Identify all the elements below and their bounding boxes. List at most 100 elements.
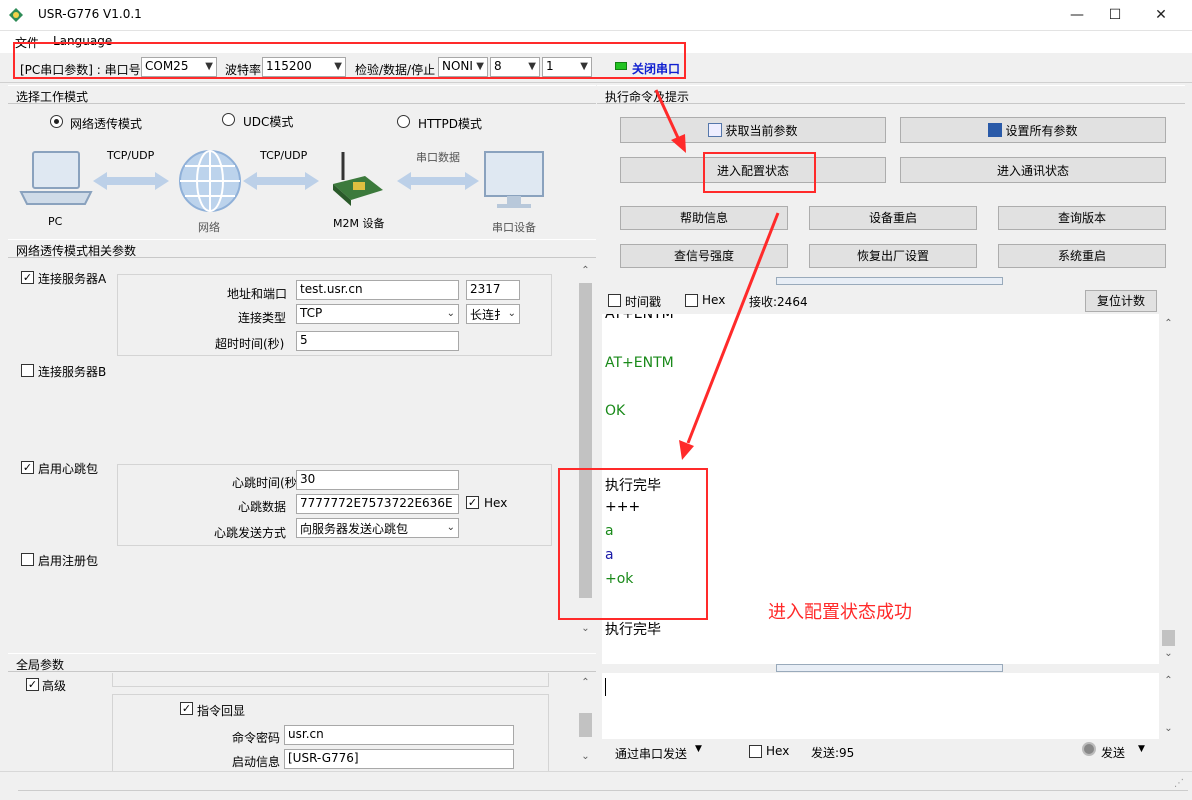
globe-icon: [179, 150, 241, 212]
register-checkbox[interactable]: [21, 553, 34, 566]
timeout-input[interactable]: 5: [296, 331, 459, 351]
advanced-checkbox[interactable]: ✓: [26, 678, 39, 691]
chevron-down-icon: ⌄: [507, 308, 516, 319]
device-reboot-button[interactable]: 设备重启: [809, 206, 977, 230]
hb-hex-label: Hex: [484, 496, 508, 510]
echo-label: 指令回显: [197, 704, 246, 718]
diagram-serial-label: 串口设备: [492, 221, 536, 234]
cmd-password-input[interactable]: usr.cn: [284, 725, 514, 745]
log-line: 执行完毕: [605, 622, 661, 638]
hb-data-label: 心跳数据: [238, 500, 287, 514]
annotation-success: 进入配置状态成功: [768, 602, 912, 623]
send-via-dropdown[interactable]: 通过串口发送: [615, 745, 687, 762]
title-bar: USR-G776 V1.0.1 — ☐ ✕: [0, 0, 1192, 31]
diagram-pc-label: PC: [48, 215, 63, 228]
scroll-down-icon[interactable]: ⌄: [577, 751, 594, 762]
server-a-label: 连接服务器A: [38, 272, 107, 286]
system-reboot-button[interactable]: 系统重启: [998, 244, 1166, 268]
splitter-handle[interactable]: [776, 664, 1003, 672]
work-mode-header: 选择工作模式: [8, 85, 596, 104]
m2m-device-icon: [333, 152, 383, 206]
resize-grip-icon[interactable]: ⋰: [1174, 778, 1184, 789]
caret-down-icon[interactable]: ▼: [1138, 744, 1145, 754]
recv-hex-checkbox[interactable]: [685, 294, 698, 307]
echo-checkbox[interactable]: ✓: [180, 702, 193, 715]
chevron-down-icon: ⌄: [446, 522, 455, 533]
set-params-button[interactable]: 设置所有参数: [900, 117, 1166, 143]
hb-time-input[interactable]: 30: [296, 470, 459, 490]
log-line: AT+ENTM: [605, 314, 674, 322]
scroll-up-icon[interactable]: ⌃: [1160, 675, 1177, 686]
maximize-button[interactable]: ☐: [1092, 0, 1138, 31]
server-b-checkbox[interactable]: [21, 364, 34, 377]
boot-info-input[interactable]: [USR-G776]: [284, 749, 514, 769]
radio-network-mode[interactable]: [50, 115, 63, 128]
factory-reset-button[interactable]: 恢复出厂设置: [809, 244, 977, 268]
scroll-thumb[interactable]: [1162, 630, 1175, 646]
caret-down-icon[interactable]: ▼: [695, 744, 702, 754]
recv-hex-label: Hex: [702, 293, 726, 307]
get-params-button[interactable]: 获取当前参数: [620, 117, 886, 143]
signal-strength-button[interactable]: 查信号强度: [620, 244, 788, 268]
help-button[interactable]: 帮助信息: [620, 206, 788, 230]
log-line: AT+ENTM: [605, 355, 674, 371]
radio-httpd-mode[interactable]: [397, 115, 410, 128]
scroll-down-icon[interactable]: ⌄: [1160, 648, 1177, 659]
scroll-up-icon[interactable]: ⌃: [1160, 318, 1177, 329]
radio-udc-mode[interactable]: [222, 113, 235, 126]
send-hex-checkbox[interactable]: [749, 745, 762, 758]
global-scrollbar[interactable]: ⌃ ⌄: [577, 673, 594, 769]
reset-count-button[interactable]: 复位计数: [1085, 290, 1157, 312]
timestamp-checkbox[interactable]: [608, 294, 621, 307]
hb-data-input[interactable]: 7777772E7573722E636E: [296, 494, 459, 514]
heartbeat-label: 启用心跳包: [38, 462, 99, 476]
send-icon: [1082, 742, 1096, 756]
magnifier-doc-icon: [708, 123, 723, 137]
server-port-input[interactable]: 2317: [466, 280, 520, 300]
laptop-icon: [19, 151, 93, 205]
enter-comm-button[interactable]: 进入通讯状态: [900, 157, 1166, 183]
save-icon: [988, 123, 1003, 137]
scroll-down-icon[interactable]: ⌄: [1160, 723, 1177, 734]
hb-hex-checkbox[interactable]: ✓: [466, 496, 479, 509]
register-label: 启用注册包: [38, 554, 99, 568]
server-b-label: 连接服务器B: [38, 365, 107, 379]
status-bar: [18, 790, 1188, 796]
send-button[interactable]: 发送: [1101, 744, 1125, 761]
receive-scrollbar[interactable]: ⌃ ⌄: [1160, 314, 1177, 664]
radio-label-network: 网络透传模式: [70, 117, 143, 131]
server-address-input[interactable]: test.usr.cn: [296, 280, 459, 300]
scroll-up-icon[interactable]: ⌃: [577, 265, 594, 276]
highlight-box-portbar: [13, 42, 686, 79]
send-input[interactable]: [602, 673, 1159, 739]
highlight-box-log: [558, 468, 708, 620]
server-a-checkbox[interactable]: ✓: [21, 271, 34, 284]
close-window-button[interactable]: ✕: [1138, 0, 1184, 31]
diagram-m2m-label: M2M 设备: [333, 217, 385, 230]
conn-mode-select[interactable]: 长连扌 ⌄: [466, 304, 520, 324]
boot-label: 启动信息: [232, 755, 281, 769]
conn-type-select[interactable]: TCP ⌄: [296, 304, 459, 324]
scroll-thumb[interactable]: [579, 713, 592, 737]
splitter-handle[interactable]: [776, 277, 1003, 285]
hb-mode-label: 心跳发送方式: [214, 526, 287, 540]
timeout-label: 超时时间(秒): [215, 337, 285, 351]
timestamp-label: 时间戳: [625, 295, 662, 309]
diagram-net-label: 网络: [198, 221, 220, 234]
advanced-label: 高级: [42, 679, 67, 693]
query-version-button[interactable]: 查询版本: [998, 206, 1166, 230]
addr-label: 地址和端口: [227, 287, 288, 301]
radio-label-httpd: HTTPD模式: [418, 117, 482, 131]
send-scrollbar[interactable]: ⌃ ⌄: [1160, 673, 1177, 739]
scroll-up-icon[interactable]: ⌃: [577, 677, 594, 688]
diagram-link3: 串口数据: [416, 151, 460, 164]
app-icon: [9, 8, 23, 22]
highlight-box-config: [703, 152, 816, 193]
hb-mode-select[interactable]: 向服务器发送心跳包 ⌄: [296, 518, 459, 538]
scroll-down-icon[interactable]: ⌄: [577, 623, 594, 634]
heartbeat-checkbox[interactable]: ✓: [21, 461, 34, 474]
pwd-label: 命令密码: [232, 731, 281, 745]
hb-time-label: 心跳时间(秒: [232, 476, 297, 490]
monitor-icon: [484, 151, 544, 208]
diagram-link2: TCP/UDP: [260, 149, 308, 162]
